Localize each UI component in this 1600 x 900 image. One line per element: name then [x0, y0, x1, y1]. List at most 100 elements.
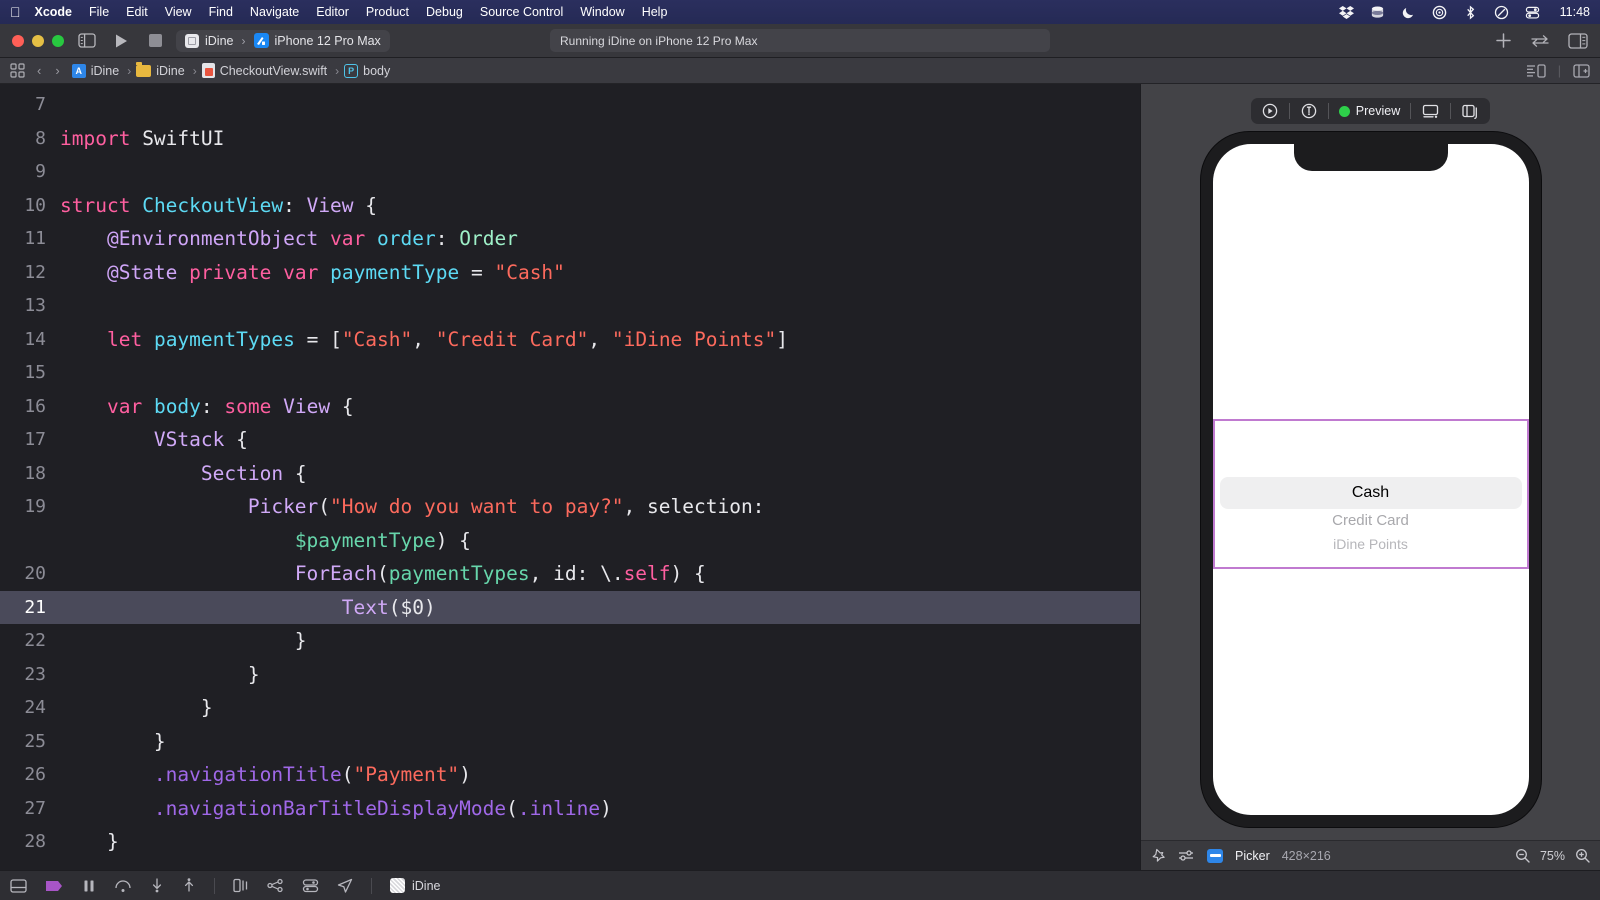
circle-slash-icon[interactable]	[1494, 5, 1509, 20]
database-icon[interactable]	[1370, 5, 1385, 20]
line-number: 13	[24, 295, 46, 317]
code-line[interactable]: 25 }	[0, 725, 1140, 759]
related-items-grid-icon[interactable]	[10, 63, 25, 78]
source-editor[interactable]: 7 8 import SwiftUI 9 10 struct CheckoutView: …	[0, 84, 1140, 870]
zoom-button[interactable]	[52, 34, 64, 47]
environment-overrides-icon[interactable]	[302, 878, 319, 893]
code-line[interactable]: 15	[0, 356, 1140, 390]
preview-status-dot	[1338, 105, 1350, 117]
menu-item-navigate[interactable]: Navigate	[250, 5, 299, 19]
device-screen[interactable]: Cash Credit Card iDine Points	[1212, 144, 1529, 815]
code-line[interactable]: 13	[0, 289, 1140, 323]
inspector-toggle-icon[interactable]	[1568, 32, 1588, 49]
control-center-icon[interactable]	[1525, 5, 1540, 20]
code-line[interactable]: 18 Section {	[0, 457, 1140, 491]
play-circle-icon[interactable]	[1255, 100, 1285, 122]
close-button[interactable]	[12, 34, 24, 47]
breadcrumb-symbol[interactable]: P body	[344, 63, 390, 78]
menubar-clock[interactable]: 11:48	[1560, 5, 1590, 19]
code-line[interactable]: 20 ForEach(paymentTypes, id: \.self) {	[0, 557, 1140, 591]
code-line[interactable]: 26 .navigationTitle("Payment")	[0, 758, 1140, 792]
zoom-out-icon[interactable]	[1515, 848, 1530, 863]
dropbox-icon[interactable]	[1338, 5, 1354, 20]
breadcrumb-project[interactable]: A iDine	[71, 63, 119, 78]
menu-item-view[interactable]: View	[165, 5, 192, 19]
menu-item-window[interactable]: Window	[580, 5, 624, 19]
line-number: 14	[24, 328, 46, 350]
pin-icon[interactable]	[1151, 848, 1166, 863]
step-out-icon[interactable]	[182, 878, 196, 893]
memory-graph-icon[interactable]	[267, 878, 284, 893]
selected-element-name: Picker	[1235, 848, 1270, 863]
picker-preview[interactable]: Cash Credit Card iDine Points	[1212, 419, 1529, 569]
code-line[interactable]: 8 import SwiftUI	[0, 122, 1140, 156]
do-not-disturb-moon-icon[interactable]	[1401, 5, 1416, 20]
code-text: VStack {	[60, 428, 248, 451]
code-line[interactable]: 22 }	[0, 624, 1140, 658]
code-line[interactable]: 16 var body: some View {	[0, 390, 1140, 424]
menu-item-source-control[interactable]: Source Control	[480, 5, 563, 19]
variants-icon[interactable]	[1178, 849, 1195, 862]
menu-item-edit[interactable]: Edit	[126, 5, 148, 19]
run-play-icon[interactable]	[110, 31, 132, 51]
menu-item-find[interactable]: Find	[209, 5, 233, 19]
duplicate-preview-icon[interactable]	[1455, 100, 1486, 122]
editor-options-icon[interactable]	[1526, 63, 1546, 78]
menu-item-editor[interactable]: Editor	[316, 5, 349, 19]
menu-item-xcode[interactable]: Xcode	[35, 5, 73, 19]
code-line[interactable]: 10 struct CheckoutView: View {	[0, 189, 1140, 223]
add-editor-icon[interactable]	[1573, 63, 1590, 78]
code-line[interactable]: $paymentType) {	[0, 524, 1140, 558]
breadcrumb-folder[interactable]: iDine	[136, 62, 185, 78]
simulate-location-icon[interactable]	[337, 878, 353, 893]
menu-item-product[interactable]: Product	[366, 5, 409, 19]
display-icon[interactable]	[1415, 100, 1446, 122]
code-line[interactable]: 9	[0, 155, 1140, 189]
code-line[interactable]: 12 @State private var paymentType = "Cas…	[0, 256, 1140, 290]
stop-square-icon[interactable]	[144, 31, 166, 51]
menu-item-help[interactable]: Help	[642, 5, 668, 19]
breakpoint-flag-icon[interactable]	[45, 879, 64, 893]
picker-row-idine-points[interactable]: iDine Points	[1333, 533, 1408, 555]
step-over-icon[interactable]	[114, 879, 132, 893]
picker-row-credit-card[interactable]: Credit Card	[1332, 509, 1409, 531]
apple-logo-icon[interactable]: 	[10, 5, 21, 19]
picker-selected-row[interactable]: Cash	[1219, 477, 1522, 509]
code-line[interactable]: 21 Text($0)	[0, 590, 1140, 624]
code-line[interactable]: 7	[0, 88, 1140, 122]
chevron-left-icon[interactable]: ‹	[37, 63, 41, 78]
code-line[interactable]: 27 .navigationBarTitleDisplayMode(.inlin…	[0, 792, 1140, 826]
step-into-icon[interactable]	[150, 878, 164, 893]
swap-arrows-icon[interactable]	[1530, 34, 1550, 48]
sidebar-toggle-icon[interactable]	[76, 31, 98, 51]
code-line[interactable]: 14 let paymentTypes = ["Cash", "Credit C…	[0, 323, 1140, 357]
code-line[interactable]: 24 }	[0, 691, 1140, 725]
code-line[interactable]: 23 }	[0, 658, 1140, 692]
chevron-right-icon[interactable]: ›	[55, 63, 59, 78]
code-token: $paymentType	[294, 528, 436, 552]
device-frame[interactable]: Cash Credit Card iDine Points	[1200, 132, 1541, 827]
minimize-button[interactable]	[32, 34, 44, 47]
preview-status[interactable]: Preview	[1333, 104, 1406, 118]
canvas-zoom-level[interactable]: 75%	[1540, 849, 1565, 863]
menu-item-file[interactable]: File	[89, 5, 109, 19]
menu-item-debug[interactable]: Debug	[426, 5, 463, 19]
debug-area-toggle-icon[interactable]	[10, 878, 27, 893]
code-text: Text($0)	[60, 596, 436, 619]
scheme-selector[interactable]: iDine › iPhone 12 Pro Max	[176, 29, 390, 52]
code-line[interactable]: 17 VStack {	[0, 423, 1140, 457]
scheme-separator: ›	[241, 33, 246, 48]
view-hierarchy-icon[interactable]	[233, 878, 249, 893]
line-number: 24	[24, 697, 46, 719]
code-line[interactable]: 11 @EnvironmentObject var order: Order	[0, 222, 1140, 256]
code-line[interactable]: 19 Picker("How do you want to pay?", sel…	[0, 490, 1140, 524]
compass-icon[interactable]	[1432, 5, 1447, 20]
debug-process[interactable]: iDine	[390, 878, 441, 893]
pause-icon[interactable]	[82, 879, 96, 893]
zoom-in-icon[interactable]	[1575, 848, 1590, 863]
breadcrumb-file[interactable]: CheckoutView.swift	[201, 63, 327, 78]
bluetooth-icon[interactable]	[1463, 4, 1478, 20]
code-line[interactable]: 28 }	[0, 825, 1140, 859]
plus-icon[interactable]	[1495, 32, 1512, 49]
inspect-circle-icon[interactable]	[1294, 100, 1324, 122]
